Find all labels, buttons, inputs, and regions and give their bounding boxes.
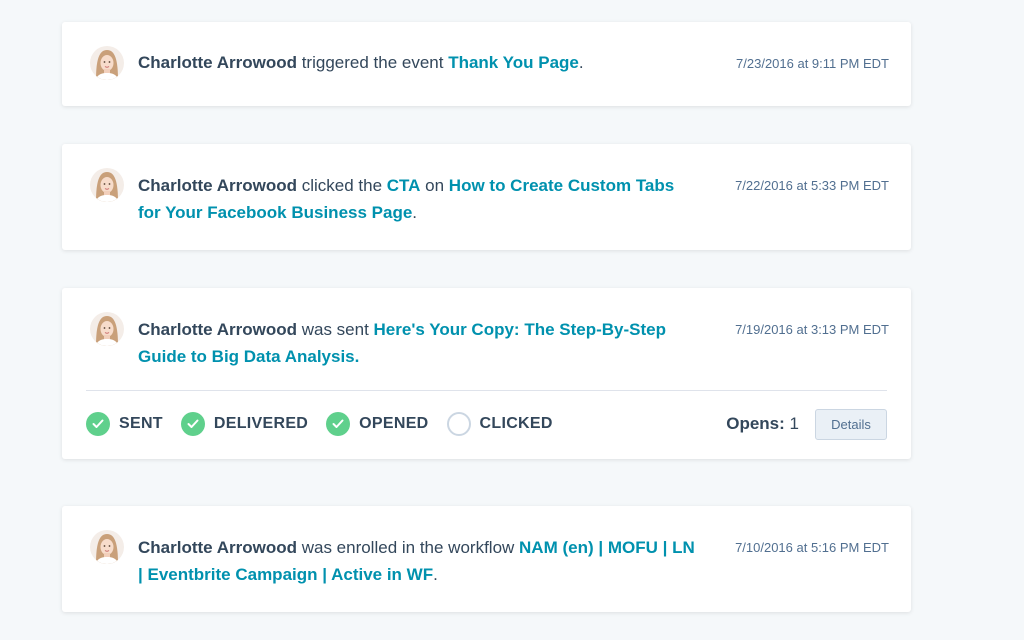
event-timestamp: 7/22/2016 at 5:33 PM EDT <box>735 178 889 193</box>
event-text-segment: clicked the <box>296 176 387 195</box>
empty-circle-icon <box>446 412 471 436</box>
details-button[interactable]: Details <box>815 408 887 440</box>
event-description: Charlotte Arrowood was sent Here's Your … <box>138 316 698 370</box>
check-circle-icon <box>326 412 351 436</box>
event-description: Charlotte Arrowood triggered the event T… <box>138 49 698 76</box>
divider <box>86 390 887 391</box>
email-status-row: SENT DELIVERED OPENED CLICKED Opens: 1 D… <box>86 408 887 440</box>
contact-avatar[interactable] <box>90 312 124 346</box>
status-sent: SENT <box>86 412 163 436</box>
contact-avatar[interactable] <box>90 530 124 564</box>
event-text-segment: . <box>412 203 418 222</box>
contact-name-link[interactable]: Charlotte Arrowood <box>138 320 297 339</box>
contact-name-link[interactable]: Charlotte Arrowood <box>138 538 297 557</box>
check-circle-icon <box>180 412 205 436</box>
cta-link[interactable]: CTA <box>387 176 421 195</box>
contact-avatar[interactable] <box>90 46 124 80</box>
event-page-link[interactable]: Thank You Page <box>448 53 579 72</box>
contact-name-link[interactable]: Charlotte Arrowood <box>138 176 297 195</box>
event-timestamp: 7/10/2016 at 5:16 PM EDT <box>735 540 889 555</box>
opens-value: 1 <box>789 414 799 433</box>
contact-avatar[interactable] <box>90 168 124 202</box>
status-delivered: DELIVERED <box>180 412 309 436</box>
status-label: DELIVERED <box>213 415 309 432</box>
status-opened: OPENED <box>326 412 428 436</box>
check-circle-icon <box>86 412 110 436</box>
event-text-segment: was sent <box>296 320 374 339</box>
status-label: OPENED <box>359 415 429 432</box>
event-text-segment: . <box>433 565 438 584</box>
status-clicked: CLICKED <box>446 412 553 436</box>
event-text-segment: triggered the event <box>296 53 449 72</box>
event-text-segment: was enrolled in the workflow <box>296 538 520 557</box>
event-timestamp: 7/23/2016 at 9:11 PM EDT <box>736 56 889 71</box>
opens-label: Opens: <box>726 414 785 433</box>
timeline-event-card: Charlotte Arrowood clicked the CTA on Ho… <box>62 144 911 250</box>
event-description: Charlotte Arrowood was enrolled in the w… <box>138 534 698 588</box>
contact-name-link[interactable]: Charlotte Arrowood <box>138 53 297 72</box>
timeline-event-card: Charlotte Arrowood was enrolled in the w… <box>62 506 911 612</box>
event-text-segment: . <box>578 53 584 72</box>
status-label: SENT <box>119 415 163 432</box>
event-description: Charlotte Arrowood clicked the CTA on Ho… <box>138 172 698 226</box>
event-text-segment: on <box>420 176 449 195</box>
timeline-email-card: Charlotte Arrowood was sent Here's Your … <box>62 288 911 459</box>
event-timestamp: 7/19/2016 at 3:13 PM EDT <box>735 322 889 337</box>
opens-count: Opens: 1 <box>726 414 799 434</box>
timeline-event-card: Charlotte Arrowood triggered the event T… <box>62 22 911 106</box>
activity-timeline: Charlotte Arrowood triggered the event T… <box>0 0 1024 640</box>
status-label: CLICKED <box>479 415 553 432</box>
